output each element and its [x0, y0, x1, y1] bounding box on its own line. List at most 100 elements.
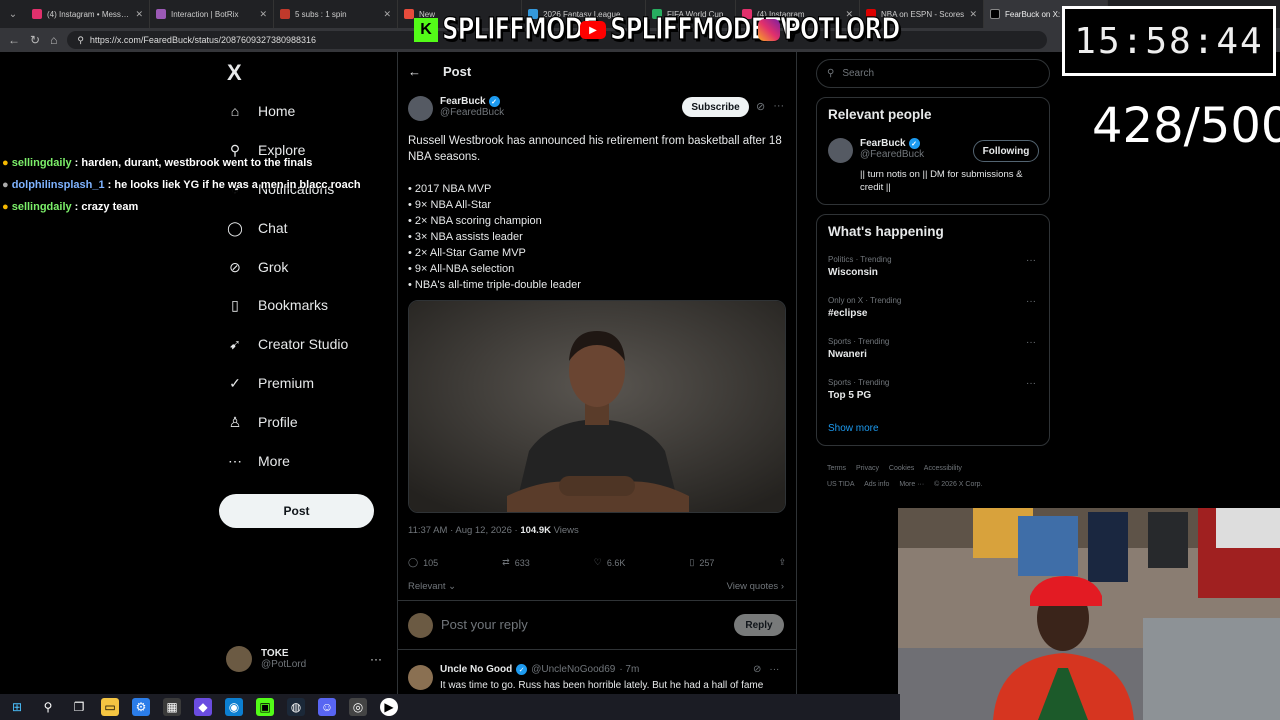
- file-explorer-icon[interactable]: ▭: [101, 698, 119, 716]
- footer-link[interactable]: More ···: [899, 481, 924, 488]
- webcam-feed: [898, 508, 1280, 720]
- view-quotes-link[interactable]: View quotes ›: [727, 581, 784, 592]
- footer-link[interactable]: Cookies: [889, 465, 914, 472]
- sidebar-item-grok[interactable]: ⊘ Grok: [226, 258, 288, 276]
- heart-icon: ♡: [593, 557, 602, 567]
- obs-icon[interactable]: ◎: [349, 698, 367, 716]
- repost-count: 633: [514, 557, 530, 568]
- post-media-image[interactable]: [408, 300, 786, 513]
- app-icon[interactable]: ◆: [194, 698, 212, 716]
- close-icon[interactable]: ✕: [969, 9, 977, 20]
- left-nav: X ⌂ Home ⚲ Explore ◔ Notifications ◯ Chat ⊘ G…: [218, 52, 398, 694]
- person-bio: || turn notis on || DM for submissions &…: [860, 169, 1023, 193]
- more-icon[interactable]: ···: [769, 664, 779, 675]
- kick-app-icon[interactable]: ▣: [256, 698, 274, 716]
- footer-link[interactable]: Ads info: [864, 481, 889, 488]
- sidebar-item-label: Home: [258, 103, 296, 119]
- sidebar-item-more[interactable]: ⋯ More: [226, 452, 290, 470]
- x-logo-icon[interactable]: X: [227, 60, 242, 86]
- grok-icon[interactable]: ⊘: [756, 100, 765, 113]
- edge-browser-icon[interactable]: ◉: [225, 698, 243, 716]
- avatar[interactable]: [408, 96, 433, 121]
- site-info-icon[interactable]: ⚲: [77, 35, 84, 46]
- sidebar-item-chat[interactable]: ◯ Chat: [226, 219, 287, 237]
- post-author[interactable]: FearBuck ✓ @FearedBuck: [408, 96, 504, 121]
- settings-icon[interactable]: ⚙: [132, 698, 150, 716]
- browser-tab[interactable]: (4) Instagram • Message ✕: [26, 0, 150, 28]
- windows-taskbar: ⊞ ⚲ ❐ ▭ ⚙ ▦ ◆ ◉ ▣ ◍ ☺ ◎ ▶: [0, 694, 900, 720]
- trend-item[interactable]: Sports · Trending Top 5 PG: [828, 378, 889, 401]
- badge-icon: ●: [2, 157, 12, 169]
- following-button[interactable]: Following: [973, 140, 1039, 162]
- avatar[interactable]: [828, 138, 853, 163]
- reply-action[interactable]: ◯ 105: [408, 557, 438, 568]
- trend-item[interactable]: Sports · Trending Nwaneri: [828, 337, 889, 360]
- back-arrow-icon[interactable]: ←: [408, 64, 421, 79]
- task-view-icon[interactable]: ❐: [70, 698, 88, 716]
- reply-button[interactable]: Reply: [734, 614, 784, 636]
- sort-dropdown[interactable]: Relevant ⌄: [408, 581, 456, 592]
- more-icon[interactable]: ···: [773, 100, 784, 113]
- account-name: TOKE: [261, 648, 289, 659]
- sidebar-item-bookmarks[interactable]: ▯ Bookmarks: [226, 296, 328, 314]
- sidebar-item-creator-studio[interactable]: ➹ Creator Studio: [226, 335, 348, 353]
- author-handle[interactable]: @FearedBuck: [440, 107, 504, 118]
- avatar[interactable]: [408, 665, 433, 690]
- rocket-icon: ➹: [229, 335, 241, 352]
- store-icon[interactable]: ▦: [163, 698, 181, 716]
- browser-tab[interactable]: Interaction | BotRix ✕: [150, 0, 274, 28]
- like-action[interactable]: ♡ 6.6K: [594, 557, 626, 568]
- reply-input[interactable]: Post your reply: [441, 617, 528, 632]
- more-icon[interactable]: ···: [370, 652, 382, 666]
- sidebar-item-label: Profile: [258, 414, 298, 430]
- media-player-icon[interactable]: ▶: [380, 698, 398, 716]
- person-info[interactable]: FearBuck ✓ @FearedBuck: [860, 138, 924, 160]
- trend-category: Sports · Trending: [828, 337, 890, 346]
- repost-action[interactable]: ⇄ 633: [502, 557, 530, 568]
- footer-link[interactable]: Accessibility: [924, 465, 962, 472]
- subscribe-button[interactable]: Subscribe: [682, 97, 749, 117]
- bullet-item: • 9× All-NBA selection: [408, 263, 515, 275]
- timestamp[interactable]: 11:37 AM · Aug 12, 2026 ·: [408, 525, 520, 536]
- tab-search-button[interactable]: ⌄: [0, 0, 26, 28]
- bookmark-action[interactable]: ▯ 257: [689, 557, 714, 568]
- comment-author-handle[interactable]: @UncleNoGood69: [531, 664, 615, 675]
- more-icon[interactable]: ···: [1026, 296, 1036, 307]
- close-icon[interactable]: ✕: [259, 9, 267, 20]
- search-input[interactable]: ⚲ Search: [816, 59, 1050, 88]
- trend-category: Only on X · Trending: [828, 296, 902, 305]
- sort-label: Relevant: [408, 581, 446, 592]
- footer-link[interactable]: US TIDA: [827, 481, 855, 488]
- trend-item[interactable]: Only on X · Trending #eclipse: [828, 296, 901, 319]
- share-icon[interactable]: ⇪: [778, 557, 786, 568]
- page-title: Post: [443, 64, 472, 79]
- close-icon[interactable]: ✕: [135, 9, 143, 20]
- comment-author-name[interactable]: Uncle No Good: [440, 664, 512, 675]
- more-icon[interactable]: ···: [1026, 378, 1036, 389]
- banner-text: POTLORD: [783, 12, 900, 47]
- show-more-link[interactable]: Show more: [828, 423, 879, 434]
- grok-icon[interactable]: ⊘: [753, 664, 761, 675]
- browser-tab[interactable]: 5 subs : 1 spin ✕: [274, 0, 398, 28]
- footer-link[interactable]: Privacy: [856, 465, 879, 472]
- close-icon[interactable]: ✕: [383, 9, 391, 20]
- post-button[interactable]: Post: [219, 494, 374, 528]
- reload-icon[interactable]: ↻: [30, 33, 40, 47]
- verified-icon: ✓: [516, 664, 528, 675]
- trend-item[interactable]: Politics · Trending Wisconsin: [828, 255, 892, 278]
- more-icon[interactable]: ···: [1026, 337, 1036, 348]
- sidebar-item-home[interactable]: ⌂ Home: [226, 102, 296, 120]
- back-icon[interactable]: ←: [8, 33, 20, 47]
- windows-start-icon[interactable]: ⊞: [8, 698, 26, 716]
- search-icon[interactable]: ⚲: [39, 698, 57, 716]
- discord-icon[interactable]: ☺: [318, 698, 336, 716]
- steam-icon[interactable]: ◍: [287, 698, 305, 716]
- more-icon[interactable]: ···: [1026, 255, 1036, 266]
- site-icon: [280, 9, 290, 19]
- author-name[interactable]: FearBuck: [440, 96, 486, 107]
- sidebar-item-profile[interactable]: ♙ Profile: [226, 413, 298, 431]
- sidebar-item-premium[interactable]: ✓ Premium: [226, 374, 314, 392]
- footer-link[interactable]: Terms: [827, 465, 846, 472]
- account-switcher[interactable]: TOKE @PotLord: [226, 646, 306, 672]
- home-icon[interactable]: ⌂: [50, 33, 57, 47]
